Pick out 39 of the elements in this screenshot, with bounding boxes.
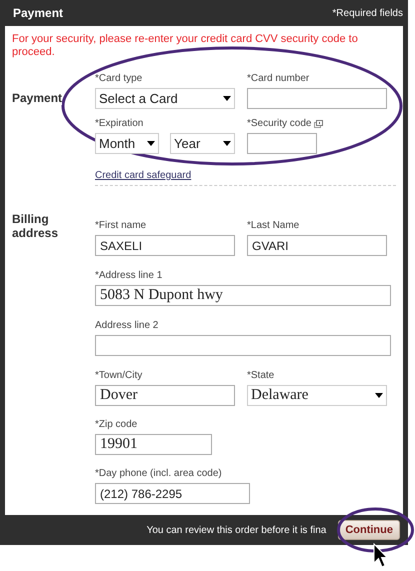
input-field[interactable]: Dover (95, 385, 235, 406)
input-field[interactable]: GVARI (247, 235, 387, 256)
select-field[interactable]: Month (95, 133, 159, 154)
field-label: *Card type (95, 73, 142, 85)
help-icon[interactable] (314, 120, 324, 128)
input-field[interactable]: SAXELI (95, 235, 235, 256)
input-field[interactable]: (212) 786-2295 (95, 483, 250, 504)
input-field[interactable] (247, 133, 317, 154)
input-field[interactable] (247, 88, 387, 109)
select-field[interactable]: Select a Card (95, 88, 235, 109)
review-note: You can review this order before it is fina (146, 524, 326, 538)
cursor-icon (373, 543, 389, 569)
caret-icon (223, 96, 231, 101)
section-label: Payment (12, 91, 62, 105)
field-label: *Last Name (247, 220, 300, 232)
field-label: *State (247, 370, 274, 382)
field-label: *Day phone (incl. area code) (95, 468, 222, 480)
field-label: *First name (95, 220, 146, 232)
required-note: *Required fields (332, 6, 403, 20)
input-field[interactable]: 5083 N Dupont hwy (95, 285, 391, 306)
select-field[interactable]: Delaware (247, 385, 387, 406)
field-label: *Expiration (95, 118, 144, 130)
section-label: Billing address (12, 212, 60, 240)
safeguard-link[interactable]: Credit card safeguard (95, 170, 192, 181)
caret-icon (147, 141, 155, 146)
select-field[interactable]: Year (170, 133, 235, 154)
security-notice: For your security, please re-enter your credit card CVV security code to proceed. (12, 33, 359, 59)
input-field[interactable] (95, 335, 391, 356)
section-title: Payment (13, 5, 64, 22)
caret-icon (223, 141, 231, 146)
continue-button[interactable]: Continue (338, 520, 400, 540)
input-field[interactable]: 19901 (95, 434, 212, 455)
caret-icon (375, 393, 383, 398)
field-label: *Town/City (95, 370, 142, 382)
field-label: *Address line 1 (95, 270, 162, 282)
field-label: *Security code (247, 118, 312, 130)
field-label: *Card number (247, 73, 310, 85)
field-label: *Zip code (95, 419, 138, 431)
field-label: Address line 2 (95, 320, 158, 332)
